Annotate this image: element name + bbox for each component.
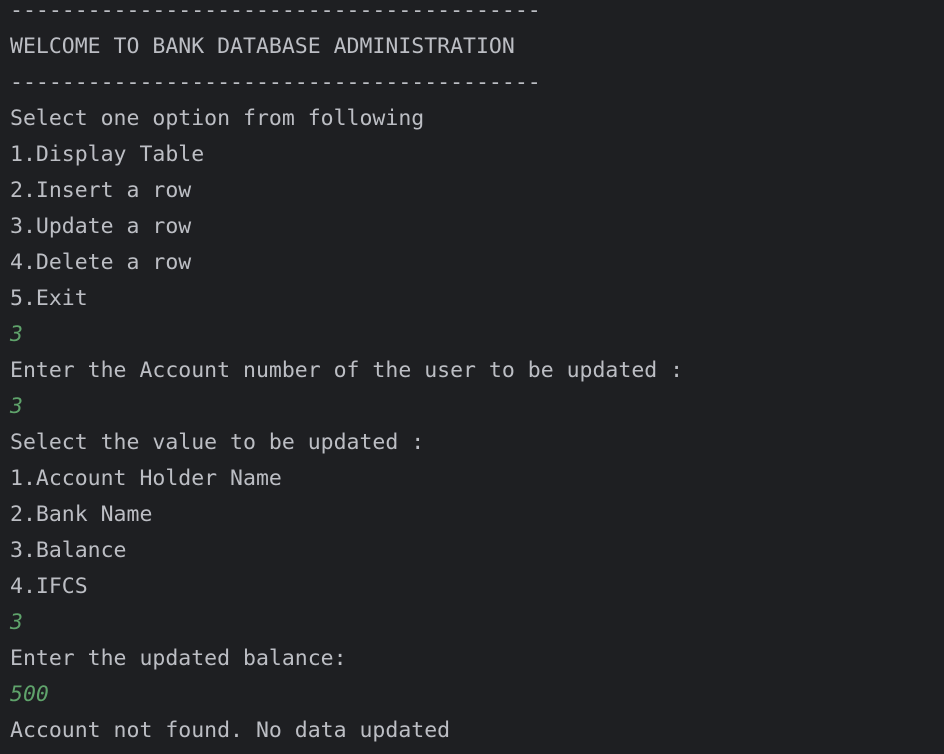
field-option-account-holder-name: 1.Account Holder Name bbox=[10, 466, 282, 491]
field-option-balance: 3.Balance bbox=[10, 538, 127, 563]
field-option-ifcs: 4.IFCS bbox=[10, 574, 88, 599]
result-message: Account not found. No data updated bbox=[10, 718, 451, 743]
welcome-banner: WELCOME TO BANK DATABASE ADMINISTRATION bbox=[10, 34, 515, 59]
menu-option-insert-row: 2.Insert a row bbox=[10, 178, 192, 203]
menu-option-exit: 5.Exit bbox=[10, 286, 88, 311]
account-number-prompt: Enter the Account number of the user to … bbox=[10, 358, 684, 383]
field-option-bank-name: 2.Bank Name bbox=[10, 502, 153, 527]
menu-option-delete-row: 4.Delete a row bbox=[10, 250, 192, 275]
user-input-menu-choice: 3 bbox=[10, 322, 23, 347]
user-input-field-choice: 3 bbox=[10, 610, 23, 635]
user-input-account-number: 3 bbox=[10, 394, 23, 419]
menu-option-update-row: 3.Update a row bbox=[10, 214, 192, 239]
console-output[interactable]: ----------------------------------------… bbox=[0, 0, 944, 754]
separator-line-bottom: ----------------------------------------… bbox=[10, 70, 541, 95]
update-field-prompt: Select the value to be updated : bbox=[10, 430, 425, 455]
menu-option-display-table: 1.Display Table bbox=[10, 142, 205, 167]
user-input-balance: 500 bbox=[10, 682, 49, 707]
main-menu-prompt: Select one option from following bbox=[10, 106, 425, 131]
separator-line-top: ----------------------------------------… bbox=[10, 0, 541, 23]
updated-balance-prompt: Enter the updated balance: bbox=[10, 646, 347, 671]
